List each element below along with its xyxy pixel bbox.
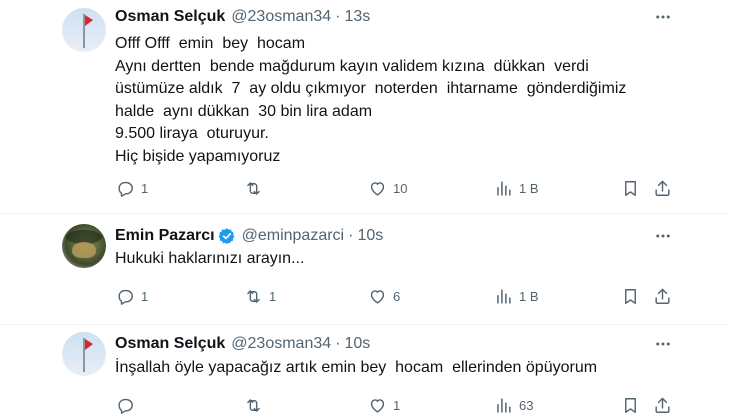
more-icon[interactable] — [654, 335, 672, 353]
heart-icon — [370, 181, 385, 196]
like-button[interactable]: 6 — [368, 285, 400, 307]
views-count: 1 B — [519, 288, 539, 304]
avatar[interactable] — [62, 224, 106, 268]
share-icon — [655, 397, 670, 413]
retweet-icon — [247, 181, 260, 195]
bookmark-button[interactable] — [621, 285, 640, 307]
reply-icon — [118, 289, 133, 305]
timestamp[interactable]: 10s — [344, 335, 370, 353]
tweet[interactable]: Emin Pazarcı @eminpazarci · 10s Hukuki h… — [0, 214, 730, 326]
views-button[interactable]: 1 B — [494, 177, 539, 199]
separator-dot: · — [335, 8, 341, 25]
views-button[interactable]: 1 B — [494, 285, 539, 307]
author-name[interactable]: Osman Selçuk — [115, 8, 225, 26]
heart-icon — [370, 289, 385, 304]
views-icon — [497, 397, 511, 413]
author-handle[interactable]: @23osman34 — [231, 335, 331, 353]
reply-icon — [118, 181, 133, 197]
tweet-actions: 1 63 — [0, 394, 730, 416]
tweet[interactable]: Osman Selçuk @23osman34 · 10s İnşallah ö… — [0, 326, 730, 420]
bookmark-button[interactable] — [621, 394, 640, 416]
views-count: 63 — [519, 397, 534, 413]
views-icon — [497, 288, 511, 304]
tweet-header: Osman Selçuk @23osman34 · 13s — [115, 6, 370, 28]
more-icon[interactable] — [654, 8, 672, 26]
views-icon — [497, 180, 511, 196]
like-button[interactable]: 10 — [368, 177, 407, 199]
more-icon[interactable] — [654, 227, 672, 245]
avatar[interactable] — [62, 332, 106, 376]
separator-dot: · — [348, 227, 354, 244]
retweet-button[interactable] — [244, 394, 269, 416]
share-icon — [655, 288, 670, 304]
timestamp[interactable]: 10s — [357, 227, 383, 245]
bookmark-icon — [625, 397, 636, 413]
bookmark-button[interactable] — [621, 177, 640, 199]
verified-badge-icon — [218, 228, 235, 245]
author-name[interactable]: Osman Selçuk — [115, 335, 225, 353]
tweet-text: İnşallah öyle yapacağız artık emin bey h… — [115, 359, 598, 376]
tweet[interactable]: Osman Selçuk @23osman34 · 13s Offf Offf … — [0, 0, 730, 214]
tweet-header: Emin Pazarcı @eminpazarci · 10s — [115, 225, 383, 247]
tweet-actions: 1 10 1 B — [0, 177, 730, 199]
divider — [0, 324, 730, 325]
like-count: 10 — [393, 180, 408, 196]
retweet-button[interactable] — [244, 177, 269, 199]
retweet-icon — [247, 289, 260, 303]
author-handle[interactable]: @eminpazarci — [242, 227, 345, 245]
reply-button[interactable]: 1 — [116, 177, 148, 199]
avatar[interactable] — [62, 8, 106, 52]
author-handle[interactable]: @23osman34 — [231, 8, 331, 26]
tweet-text: Offf Offf emin bey hocam Aynı dertten be… — [115, 35, 627, 165]
tweet-text: Hukuki haklarınızı arayın... — [115, 250, 305, 267]
reply-button[interactable]: 1 — [116, 285, 148, 307]
reply-count: 1 — [141, 288, 149, 304]
tweet-header: Osman Selçuk @23osman34 · 10s — [115, 333, 370, 355]
bookmark-icon — [625, 288, 636, 304]
reply-icon — [118, 398, 133, 414]
share-icon — [655, 180, 670, 196]
retweet-icon — [247, 398, 260, 412]
tweet-actions: 1 1 6 1 B — [0, 285, 730, 307]
like-count: 1 — [393, 397, 401, 413]
reply-button[interactable] — [116, 394, 141, 416]
share-button[interactable] — [653, 394, 672, 416]
timestamp[interactable]: 13s — [344, 8, 370, 26]
retweet-button[interactable]: 1 — [244, 285, 276, 307]
heart-icon — [370, 398, 385, 413]
bookmark-icon — [625, 180, 636, 196]
views-button[interactable]: 63 — [494, 394, 533, 416]
separator-dot: · — [335, 335, 341, 352]
share-button[interactable] — [653, 177, 672, 199]
share-button[interactable] — [653, 285, 672, 307]
author-name[interactable]: Emin Pazarcı — [115, 227, 215, 245]
like-button[interactable]: 1 — [368, 394, 400, 416]
views-count: 1 B — [519, 180, 539, 196]
like-count: 6 — [393, 288, 401, 304]
retweet-count: 1 — [269, 288, 277, 304]
reply-count: 1 — [141, 180, 149, 196]
